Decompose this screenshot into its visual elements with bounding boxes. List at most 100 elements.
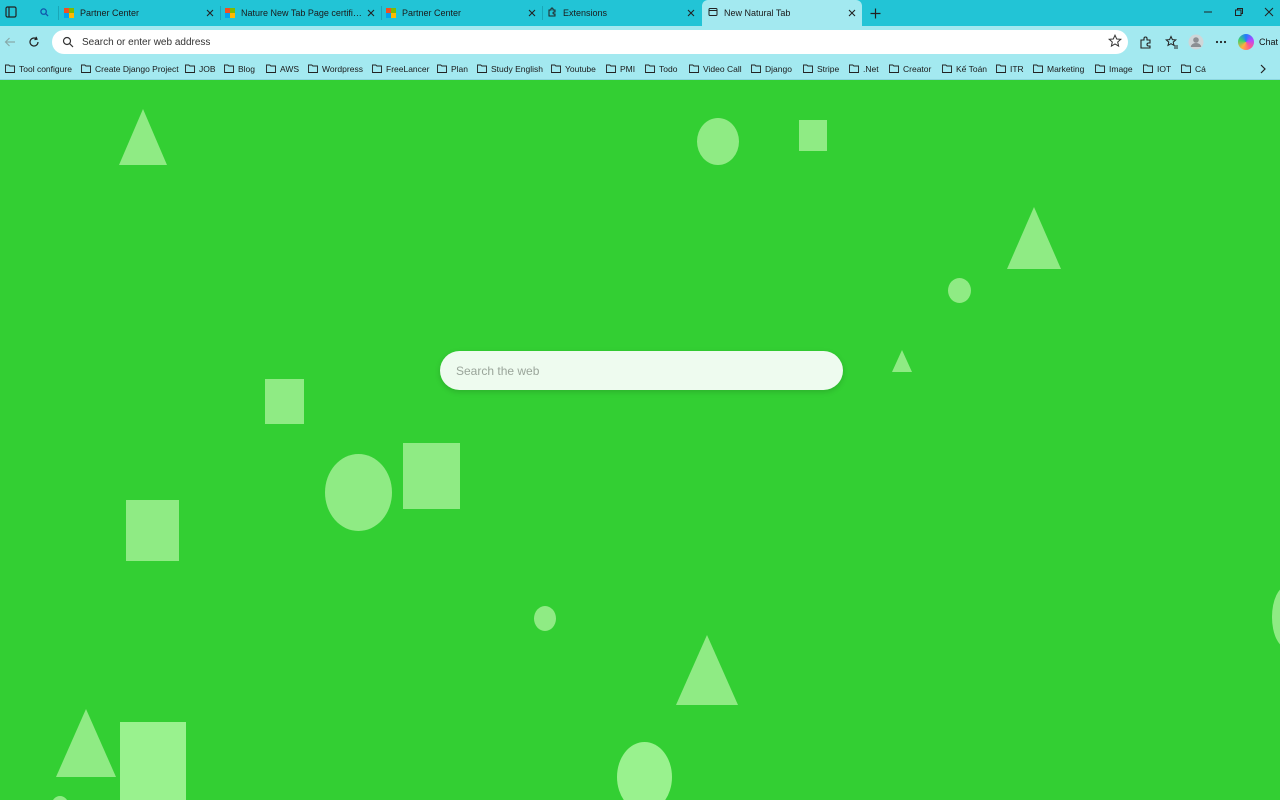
folder-icon [803, 64, 813, 75]
extensions-icon[interactable] [1136, 33, 1154, 51]
bookmark-folder[interactable]: Kế Toán [942, 62, 987, 76]
tab-actions-icon[interactable] [2, 3, 20, 21]
decorative-square [265, 379, 304, 424]
newtab-icon [708, 7, 718, 19]
folder-icon [477, 64, 487, 75]
bookmark-folder[interactable]: Todo [645, 62, 677, 76]
extensions-icon [547, 7, 557, 19]
folder-icon [751, 64, 761, 75]
tab-title: Extensions [563, 8, 608, 18]
search-icon [40, 7, 49, 19]
more-options-icon[interactable] [1212, 33, 1230, 51]
folder-icon [996, 64, 1006, 75]
bookmark-folder[interactable]: Wordpress [308, 62, 363, 76]
decorative-triangle [119, 109, 167, 165]
decorative-triangle [892, 350, 912, 372]
decorative-circle [1272, 586, 1280, 648]
decorative-triangle [56, 709, 116, 777]
decorative-triangle [676, 635, 738, 705]
tab-title: Partner Center [80, 8, 140, 18]
bookmark-folder[interactable]: Django [751, 62, 792, 76]
close-icon[interactable] [204, 7, 216, 19]
tab-extensions[interactable]: Extensions [543, 2, 701, 24]
new-tab-page [0, 81, 1280, 800]
tab-partner-center[interactable]: Partner Center [60, 2, 221, 24]
decorative-triangle [1007, 207, 1061, 269]
favorites-icon[interactable] [1163, 33, 1181, 51]
decorative-circle [325, 454, 392, 531]
bookmark-folder[interactable]: Create Django Project [81, 62, 179, 76]
decorative-circle [534, 606, 556, 631]
tab-partner-center-2[interactable]: Partner Center [382, 2, 543, 24]
bookmark-folder[interactable]: AWS [266, 62, 299, 76]
close-icon[interactable] [846, 7, 858, 19]
bookmark-folder[interactable]: Stripe [803, 62, 839, 76]
bookmark-folder[interactable]: Youtube [551, 62, 596, 76]
star-icon[interactable] [1107, 33, 1123, 53]
bookmark-folder[interactable]: Study English [477, 62, 543, 76]
minimize-icon[interactable] [1198, 3, 1218, 21]
browser-toolbar: Chat [0, 26, 1280, 58]
plus-icon[interactable] [866, 4, 884, 22]
tab-nature-certification[interactable]: Nature New Tab Page certification [221, 2, 382, 24]
bookmark-folder[interactable]: Marketing [1033, 62, 1084, 76]
bookmark-folder[interactable]: Blog [224, 62, 255, 76]
refresh-icon[interactable] [25, 33, 43, 51]
bookmark-folder[interactable]: Video Call [689, 62, 742, 76]
chevron-right-icon[interactable] [1256, 62, 1270, 76]
address-input[interactable] [82, 33, 1082, 51]
chat-button[interactable]: Chat [1238, 30, 1278, 54]
decorative-square [799, 120, 827, 151]
folder-icon [1095, 64, 1105, 75]
close-icon[interactable] [526, 7, 538, 19]
folder-icon [606, 64, 616, 75]
bookmark-folder[interactable]: Image [1095, 62, 1133, 76]
microsoft-icon [64, 8, 74, 18]
bookmark-folder[interactable]: Cá [1181, 62, 1206, 76]
close-window-icon[interactable] [1259, 3, 1279, 21]
tab-new-natural-tab[interactable]: New Natural Tab [702, 0, 862, 26]
tab-title: Nature New Tab Page certification [241, 8, 365, 18]
folder-icon [551, 64, 561, 75]
close-icon[interactable] [685, 7, 697, 19]
restore-icon[interactable] [1229, 3, 1249, 21]
folder-icon [1143, 64, 1153, 75]
folder-icon [689, 64, 699, 75]
bookmark-folder[interactable]: FreeLancer [372, 62, 429, 76]
bookmark-folder[interactable]: Creator [889, 62, 931, 76]
folder-icon [81, 64, 91, 75]
decorative-circle [52, 796, 68, 800]
bookmark-folder[interactable]: PMI [606, 62, 635, 76]
decorative-circle [617, 742, 672, 800]
back-arrow-icon[interactable] [1, 33, 19, 51]
address-bar[interactable] [52, 30, 1128, 54]
bookmark-folder[interactable]: IOT [1143, 62, 1171, 76]
tab-strip: Partner Center Nature New Tab Page certi… [0, 0, 1280, 26]
folder-icon [266, 64, 276, 75]
decorative-circle [948, 278, 971, 303]
bookmark-folder[interactable]: JOB [185, 62, 216, 76]
folder-icon [1181, 64, 1191, 75]
bookmark-folder[interactable]: ITR [996, 62, 1024, 76]
folder-icon [1033, 64, 1043, 75]
bookmark-folder[interactable]: Tool configure [5, 62, 72, 76]
folder-icon [224, 64, 234, 75]
bookmarks-bar: Tool configure Create Django Project JOB… [0, 58, 1280, 80]
folder-icon [889, 64, 899, 75]
decorative-circle [697, 118, 739, 165]
folder-icon [185, 64, 195, 75]
folder-icon [942, 64, 952, 75]
chat-label: Chat [1259, 37, 1279, 47]
folder-icon [437, 64, 447, 75]
web-search-input[interactable] [440, 351, 843, 390]
close-icon[interactable] [365, 7, 377, 19]
bookmark-folder[interactable]: .Net [849, 62, 879, 76]
profile-avatar-icon[interactable] [1187, 33, 1205, 51]
tab-title: New Natural Tab [724, 8, 791, 18]
tab-search[interactable] [30, 2, 59, 24]
bookmark-folder[interactable]: Plan [437, 62, 468, 76]
folder-icon [308, 64, 318, 75]
web-search-box[interactable] [440, 351, 843, 390]
search-icon [62, 35, 74, 53]
folder-icon [645, 64, 655, 75]
